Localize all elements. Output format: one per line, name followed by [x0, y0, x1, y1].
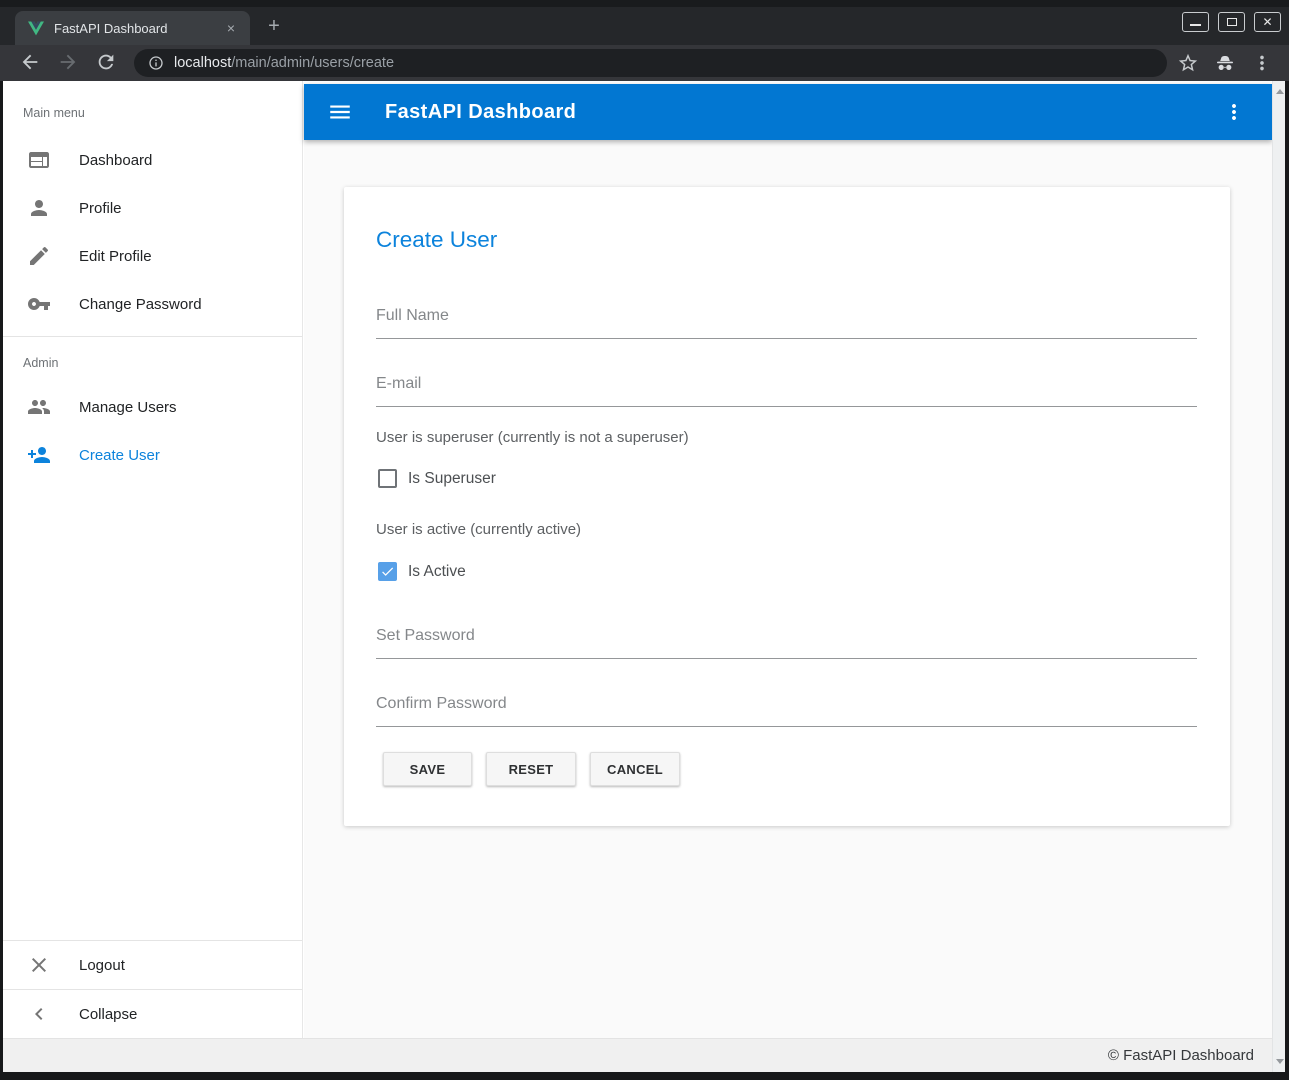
confirm-password-input[interactable]: [376, 687, 1197, 727]
sidebar-item-label: Logout: [79, 957, 125, 974]
tab-title: FastAPI Dashboard: [54, 21, 222, 36]
person-icon: [27, 196, 51, 220]
sidebar-item-collapse[interactable]: Collapse: [3, 990, 302, 1038]
full-name-input[interactable]: [376, 299, 1197, 339]
back-button[interactable]: [19, 51, 43, 75]
page-viewport: Main menu Dashboard Profile Edit Profile…: [3, 81, 1285, 1072]
is-superuser-checkbox[interactable]: [378, 469, 397, 488]
sidebar-item-change-password[interactable]: Change Password: [3, 280, 302, 328]
save-button[interactable]: SAVE: [383, 752, 472, 786]
tab-close-icon[interactable]: ×: [222, 19, 240, 37]
key-icon: [27, 292, 51, 316]
create-user-card: Create User User is superuser (currently…: [344, 187, 1230, 826]
hamburger-menu-icon[interactable]: [327, 99, 353, 125]
new-tab-button[interactable]: +: [262, 14, 286, 38]
superuser-hint: User is superuser (currently is not a su…: [376, 429, 689, 446]
sidebar-item-label: Create User: [79, 447, 160, 464]
vertical-scrollbar[interactable]: [1272, 81, 1285, 1072]
scrollbar-up-arrow[interactable]: [1273, 85, 1286, 98]
incognito-icon: [1213, 51, 1237, 75]
close-x-icon: [27, 953, 51, 977]
pencil-icon: [27, 244, 51, 268]
is-active-checkbox[interactable]: [378, 562, 397, 581]
sidebar-item-label: Collapse: [79, 1006, 137, 1023]
window-close-button[interactable]: ✕: [1254, 12, 1281, 32]
dashboard-icon: [27, 148, 51, 172]
sidebar-item-label: Edit Profile: [79, 248, 152, 265]
sidebar-item-logout[interactable]: Logout: [3, 941, 302, 989]
sidebar-item-profile[interactable]: Profile: [3, 184, 302, 232]
sidebar-item-label: Manage Users: [79, 399, 177, 416]
reset-button[interactable]: RESET: [486, 752, 576, 786]
set-password-input[interactable]: [376, 619, 1197, 659]
people-icon: [27, 395, 51, 419]
is-superuser-label[interactable]: Is Superuser: [408, 470, 496, 488]
sidebar-item-label: Profile: [79, 200, 122, 217]
is-superuser-row[interactable]: Is Superuser: [378, 469, 496, 488]
person-add-icon: [27, 443, 51, 467]
window-minimize-button[interactable]: [1182, 12, 1209, 32]
sidebar: Main menu Dashboard Profile Edit Profile…: [3, 81, 303, 1038]
check-icon: [380, 564, 395, 579]
maximize-icon: [1227, 18, 1237, 26]
close-icon: ✕: [1262, 16, 1272, 28]
bookmark-star-icon[interactable]: [1177, 52, 1199, 74]
email-input[interactable]: [376, 367, 1197, 407]
is-active-label[interactable]: Is Active: [408, 563, 466, 581]
is-active-row[interactable]: Is Active: [378, 562, 466, 581]
sidebar-item-dashboard[interactable]: Dashboard: [3, 136, 302, 184]
forward-button[interactable]: [57, 51, 81, 75]
active-hint: User is active (currently active): [376, 521, 581, 538]
scrollbar-down-arrow[interactable]: [1273, 1055, 1286, 1068]
cancel-button[interactable]: CANCEL: [590, 752, 680, 786]
copyright-text: © FastAPI Dashboard: [1108, 1047, 1254, 1064]
browser-tab[interactable]: FastAPI Dashboard ×: [15, 11, 250, 45]
appbar-title: FastAPI Dashboard: [385, 101, 1222, 124]
app-bar: FastAPI Dashboard: [304, 84, 1272, 140]
minimize-icon: [1190, 24, 1201, 26]
reload-button[interactable]: [95, 51, 119, 75]
url-bar[interactable]: localhost/main/admin/users/create: [134, 49, 1167, 77]
sidebar-item-label: Change Password: [79, 296, 202, 313]
chevron-left-icon: [27, 1002, 51, 1026]
sidebar-item-edit-profile[interactable]: Edit Profile: [3, 232, 302, 280]
vue-logo-icon: [28, 21, 44, 36]
info-icon[interactable]: [148, 55, 164, 71]
appbar-kebab-menu-icon[interactable]: [1222, 100, 1246, 124]
sidebar-item-label: Dashboard: [79, 152, 152, 169]
sidebar-section-main-menu: Main menu: [3, 81, 302, 136]
window-maximize-button[interactable]: [1218, 12, 1245, 32]
sidebar-item-manage-users[interactable]: Manage Users: [3, 383, 302, 431]
sidebar-item-create-user[interactable]: Create User: [3, 431, 302, 479]
sidebar-section-admin: Admin: [3, 337, 302, 383]
browser-titlebar: FastAPI Dashboard × + ✕: [0, 0, 1289, 45]
main-content: FastAPI Dashboard Create User User is su…: [304, 81, 1272, 1038]
browser-menu-kebab-icon[interactable]: [1251, 52, 1273, 74]
browser-toolbar: localhost/main/admin/users/create: [0, 45, 1289, 81]
url-text: localhost/main/admin/users/create: [174, 55, 394, 71]
page-title: Create User: [376, 227, 497, 253]
page-footer: © FastAPI Dashboard: [3, 1038, 1272, 1072]
